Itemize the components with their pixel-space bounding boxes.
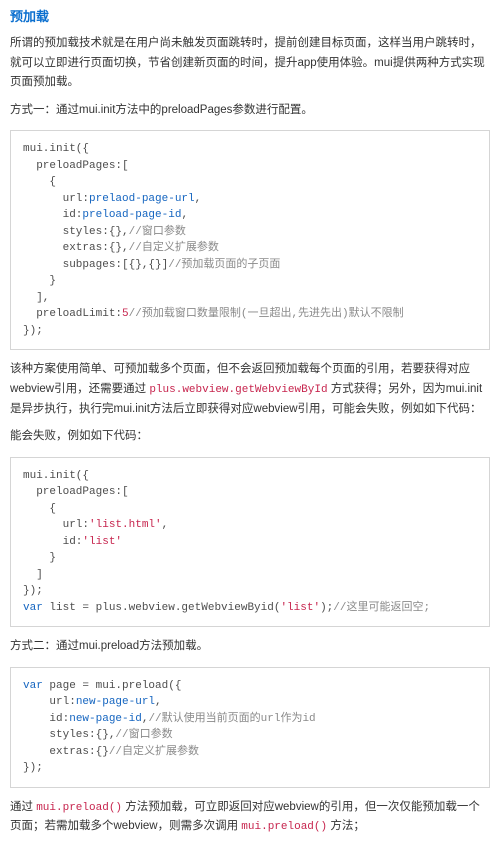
- page-title: 预加载: [10, 6, 490, 28]
- code-text: id:: [23, 536, 82, 548]
- code-text: styles:{},: [23, 226, 129, 238]
- api-reference: mui.preload(): [241, 821, 327, 833]
- code-text: url:: [23, 193, 89, 205]
- api-reference: mui.preload(): [36, 802, 122, 814]
- code-text: subpages:[{},{}]: [23, 259, 168, 271]
- code-text: url:: [23, 519, 89, 531]
- code-line: {: [23, 176, 56, 188]
- text: 通过: [10, 801, 36, 813]
- code-text: url:: [23, 696, 76, 708]
- code-block-2: mui.init({ preloadPages:[ { url:'list.ht…: [10, 457, 490, 628]
- code-line: });: [23, 762, 43, 774]
- code-text: ,: [181, 209, 188, 221]
- code-text: );: [320, 602, 333, 614]
- code-line: ]: [23, 569, 43, 581]
- code-comment: //自定义扩展参数: [109, 746, 199, 758]
- code-text: id:: [23, 209, 82, 221]
- code-value: prelaod-page-url: [89, 193, 195, 205]
- code-string: 'list': [280, 602, 320, 614]
- code-number: 5: [122, 308, 129, 320]
- code-text: list = plus.webview.getWebviewByid(: [43, 602, 281, 614]
- code-keyword: var: [23, 602, 43, 614]
- code-string: 'list': [82, 536, 122, 548]
- code-comment: //默认使用当前页面的url作为id: [148, 713, 315, 725]
- method2-title: 方式二：通过mui.preload方法预加载。: [10, 637, 490, 657]
- code-text: extras:{}: [23, 746, 109, 758]
- api-reference: plus.webview.getWebviewById: [149, 384, 327, 396]
- code-text: preloadLimit:: [23, 308, 122, 320]
- code-keyword: var: [23, 680, 43, 692]
- method1-title: 方式一：通过mui.init方法中的preloadPages参数进行配置。: [10, 101, 490, 121]
- code-value: new-page-id: [69, 713, 142, 725]
- code-line: preloadPages:[: [23, 486, 129, 498]
- method1-note-echo: 能会失败，例如如下代码：: [10, 427, 490, 447]
- code-text: page = mui.preload({: [43, 680, 182, 692]
- code-text: ,: [155, 696, 162, 708]
- code-text: ,: [142, 713, 149, 725]
- code-line: mui.init({: [23, 143, 89, 155]
- code-block-3: var page = mui.preload({ url:new-page-ur…: [10, 667, 490, 788]
- code-line: mui.init({: [23, 470, 89, 482]
- code-text: styles:{},: [23, 729, 115, 741]
- code-comment: //预加载窗口数量限制(一旦超出,先进先出)默认不限制: [129, 308, 404, 320]
- code-line: preloadPages:[: [23, 160, 129, 172]
- code-text: ,: [162, 519, 169, 531]
- code-line: });: [23, 325, 43, 337]
- code-comment: //窗口参数: [115, 729, 172, 741]
- method1-note: 该种方案使用简单、可预加载多个页面，但不会返回预加载每个页面的引用，若要获得对应…: [10, 360, 490, 419]
- code-line: }: [23, 275, 56, 287]
- code-text: id:: [23, 713, 69, 725]
- code-comment: //自定义扩展参数: [129, 242, 219, 254]
- method2-note: 通过 mui.preload() 方法预加载，可立即返回对应webview的引用…: [10, 798, 490, 837]
- code-text: ,: [195, 193, 202, 205]
- intro-paragraph: 所谓的预加载技术就是在用户尚未触发页面跳转时，提前创建目标页面，这样当用户跳转时…: [10, 34, 490, 93]
- code-value: new-page-url: [76, 696, 155, 708]
- code-line: }: [23, 552, 56, 564]
- code-comment: //这里可能返回空;: [333, 602, 430, 614]
- code-block-1: mui.init({ preloadPages:[ { url:prelaod-…: [10, 130, 490, 350]
- code-string: 'list.html': [89, 519, 162, 531]
- text: 方法；: [327, 820, 365, 832]
- code-line: });: [23, 585, 43, 597]
- code-line: {: [23, 503, 56, 515]
- code-comment: //预加载页面的子页面: [168, 259, 280, 271]
- code-line: ],: [23, 292, 49, 304]
- code-text: extras:{},: [23, 242, 129, 254]
- code-comment: //窗口参数: [129, 226, 186, 238]
- code-value: preload-page-id: [82, 209, 181, 221]
